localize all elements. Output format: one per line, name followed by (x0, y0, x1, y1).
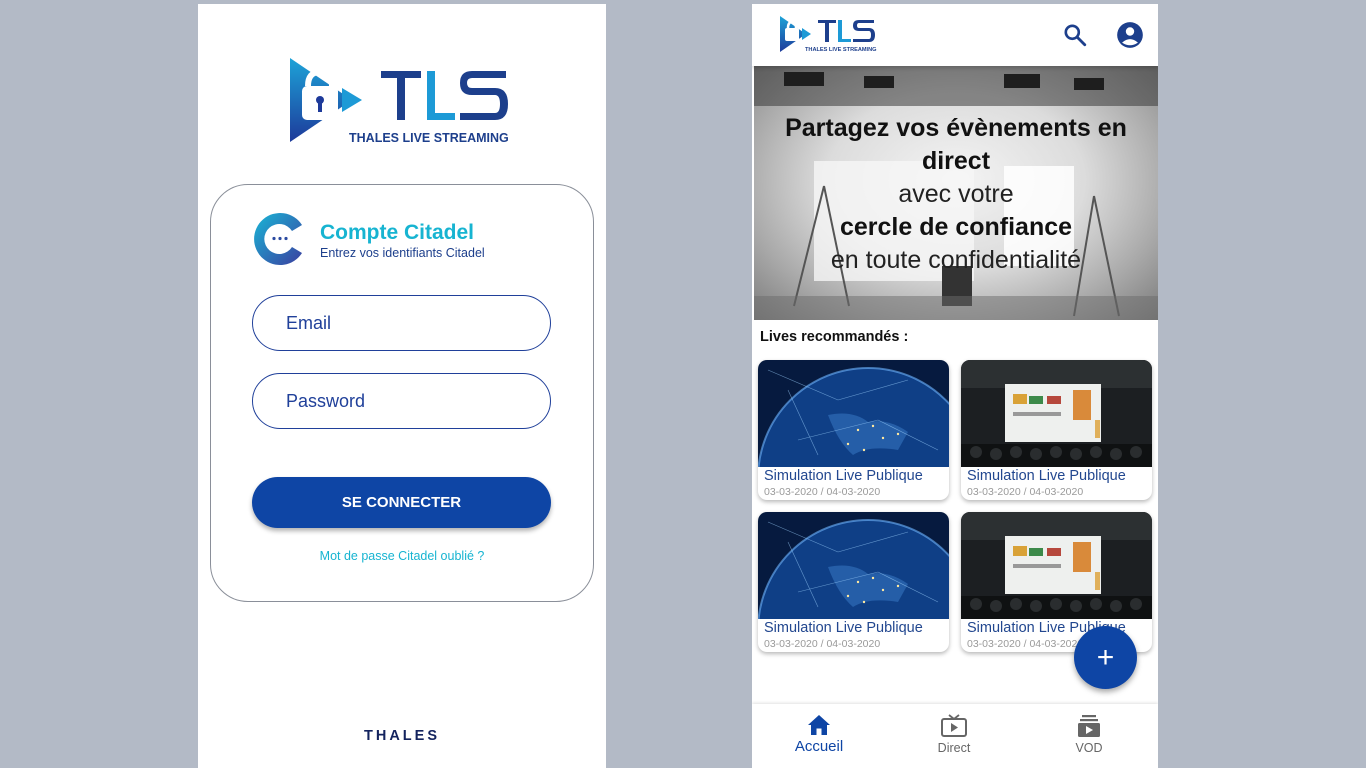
live-card-title: Simulation Live Publique (764, 468, 923, 484)
hero-line-5: en toute confidentialité (830, 246, 1082, 274)
section-title: Lives recommandés : (760, 329, 909, 345)
conference-thumbnail (961, 360, 1152, 467)
hero-line-4: cercle de confiance (839, 213, 1073, 241)
live-card[interactable]: Simulation Live Publique 03-03-2020 / 04… (758, 360, 949, 500)
tls-logo-subtitle: THALES LIVE STREAMING (349, 131, 509, 145)
nav-item-vod[interactable]: VOD (1044, 714, 1134, 755)
tls-logo-subtitle: THALES LIVE STREAMING (805, 47, 876, 53)
forgot-password-link[interactable]: Mot de passe Citadel oublié ? (211, 549, 593, 563)
thales-brand: THALES (364, 728, 440, 744)
hero-line-1: Partagez vos évènements en (785, 114, 1127, 142)
live-card-title: Simulation Live Publique (764, 620, 923, 636)
bottom-navigation: Accueil Direct VOD (752, 704, 1158, 768)
live-card-date: 03-03-2020 / 04-03-2020 (967, 486, 1084, 498)
tv-play-icon (941, 714, 967, 737)
login-screen: THALES LIVE STREAMING Compte Citadel Ent… (198, 4, 606, 768)
account-icon[interactable] (1116, 21, 1144, 49)
password-field[interactable]: Password (252, 373, 551, 429)
earth-thumbnail (758, 360, 949, 467)
video-library-icon (1078, 715, 1100, 737)
add-live-button[interactable]: + (1074, 626, 1137, 689)
live-card-date: 03-03-2020 / 04-03-2020 (764, 486, 881, 498)
live-card-date: 03-03-2020 / 04-03-2020 (764, 638, 881, 650)
nav-item-accueil[interactable]: Accueil (774, 714, 864, 755)
live-card-title: Simulation Live Publique (967, 468, 1126, 484)
hero-banner: Partagez vos évènements en direct avec v… (754, 66, 1158, 320)
hero-text: Partagez vos évènements en direct avec v… (754, 112, 1158, 277)
nav-item-label: Accueil (794, 738, 844, 755)
connect-button[interactable]: SE CONNECTER (252, 477, 551, 528)
live-card[interactable]: Simulation Live Publique 03-03-2020 / 04… (758, 512, 949, 652)
conference-thumbnail (961, 512, 1152, 619)
hero-line-2: direct (921, 147, 991, 175)
app-bar: THALES LIVE STREAMING (752, 4, 1158, 66)
tls-logo: THALES LIVE STREAMING (290, 58, 509, 145)
live-card[interactable]: Simulation Live Publique 03-03-2020 / 04… (961, 360, 1152, 500)
login-card: Compte Citadel Entrez vos identifiants C… (210, 184, 594, 602)
live-card-date: 03-03-2020 / 04-03-2020 (967, 638, 1084, 650)
nav-item-direct[interactable]: Direct (909, 714, 999, 755)
citadel-logo-icon (254, 213, 302, 265)
nav-item-label: VOD (1075, 741, 1103, 755)
citadel-subtitle: Entrez vos identifiants Citadel (320, 246, 485, 260)
home-screen: THALES LIVE STREAMING Partagez vos évène… (752, 4, 1158, 768)
citadel-title: Compte Citadel (320, 221, 475, 244)
search-icon[interactable] (1062, 22, 1088, 48)
nav-item-label: Direct (937, 741, 971, 755)
email-field[interactable]: Email (252, 295, 551, 351)
tls-logo: THALES LIVE STREAMING (780, 16, 876, 53)
hero-line-3: avec votre (898, 180, 1014, 208)
home-icon (808, 715, 830, 735)
earth-thumbnail (758, 512, 949, 619)
